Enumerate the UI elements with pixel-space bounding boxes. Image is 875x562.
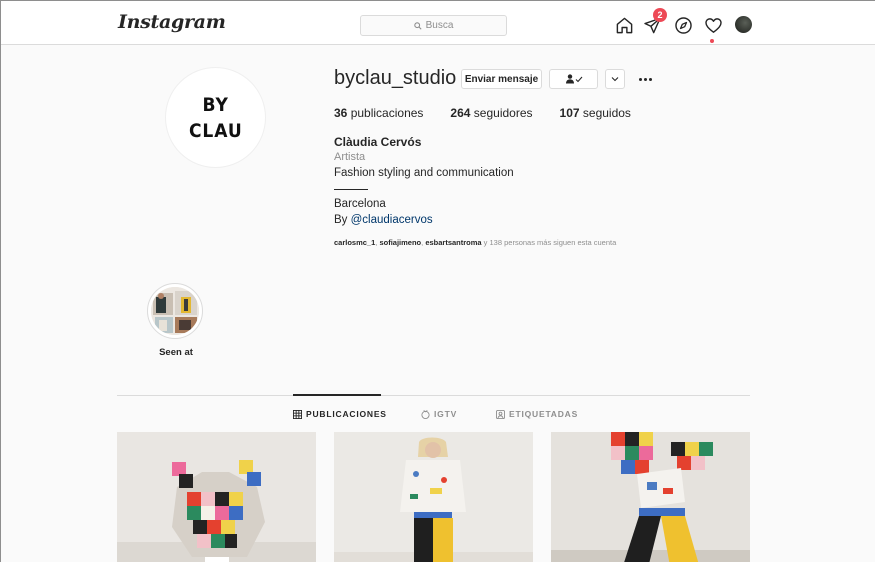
profile-category: Artista (334, 151, 366, 163)
profile-username: byclau_studio (334, 67, 457, 89)
profile-full-name: Clàudia Cervós (334, 135, 422, 149)
post-thumbnail[interactable] (334, 432, 533, 562)
stat-posts: 36 publicaciones (334, 106, 424, 120)
top-nav-bar: Instagram Busca 2 (1, 1, 875, 45)
post-thumbnail[interactable] (551, 432, 750, 562)
tab-igtv-label: IGTV (434, 409, 458, 419)
followed-by-name[interactable]: esbartsantroma (425, 238, 481, 247)
story-highlight[interactable]: Seen at (147, 283, 205, 358)
tab-posts-label: PUBLICACIONES (306, 409, 387, 419)
grid-icon (293, 409, 302, 419)
instagram-logo[interactable]: Instagram (118, 11, 226, 33)
highlight-label: Seen at (159, 347, 193, 358)
tab-tagged[interactable]: ETIQUETADAS (496, 409, 578, 419)
profile-picture[interactable]: BY CLAU (165, 67, 266, 168)
profile-stats: 36 publicaciones 264 seguidores 107 segu… (334, 106, 658, 120)
igtv-icon (421, 409, 430, 419)
avatar-text-line-1: BY (202, 93, 229, 116)
highlight-cover-image (151, 287, 199, 335)
stat-following[interactable]: 107 seguidos (560, 106, 631, 120)
post-thumbnail[interactable] (117, 432, 316, 562)
browser-frame: Instagram Busca 2 BY CLAU byclau_studio … (0, 0, 875, 562)
followed-by-name[interactable]: sofiajimeno (379, 238, 421, 247)
post-image (551, 432, 750, 562)
explore-icon[interactable] (672, 14, 694, 36)
activity-heart-icon[interactable] (702, 14, 724, 36)
following-button[interactable] (549, 69, 598, 89)
tab-tagged-label: ETIQUETADAS (509, 409, 579, 419)
more-options-icon[interactable] (633, 69, 657, 89)
post-image (334, 432, 533, 562)
followed-by-text[interactable]: carlosmc_1, sofiajimeno, esbartsantroma … (334, 238, 616, 247)
direct-badge: 2 (653, 8, 667, 22)
tab-igtv[interactable]: IGTV (421, 409, 457, 419)
followed-by-suffix: y 138 personas más siguen esta cuenta (481, 238, 617, 247)
credit-handle-link[interactable]: @claudiacervos (351, 214, 433, 226)
post-image (117, 432, 316, 562)
tagged-icon (496, 409, 505, 419)
stat-followers[interactable]: 264 seguidores (450, 106, 532, 120)
activity-dot (710, 39, 714, 43)
suggested-dropdown-button[interactable] (605, 69, 625, 89)
profile-city: Barcelona (334, 198, 386, 210)
followed-by-name[interactable]: carlosmc_1 (334, 238, 375, 247)
avatar-text-line-2: CLAU (188, 119, 243, 142)
search-placeholder: Busca (425, 20, 454, 31)
profile-avatar[interactable] (735, 16, 752, 33)
tab-posts[interactable]: PUBLICACIONES (293, 409, 387, 419)
tabs-divider (117, 395, 750, 396)
chevron-down-icon (611, 77, 619, 82)
send-message-button[interactable]: Enviar mensaje (461, 69, 542, 89)
home-icon[interactable] (613, 14, 635, 36)
profile-credit: By @claudiacervos (334, 214, 433, 226)
credit-prefix: By (334, 214, 348, 226)
following-user-icon (565, 74, 582, 84)
profile-bio: Fashion styling and communication (334, 167, 514, 179)
bio-divider (334, 189, 368, 190)
search-icon (413, 21, 422, 30)
search-input[interactable]: Busca (360, 15, 507, 36)
active-tab-indicator (293, 394, 381, 396)
highlight-ring (147, 283, 203, 339)
